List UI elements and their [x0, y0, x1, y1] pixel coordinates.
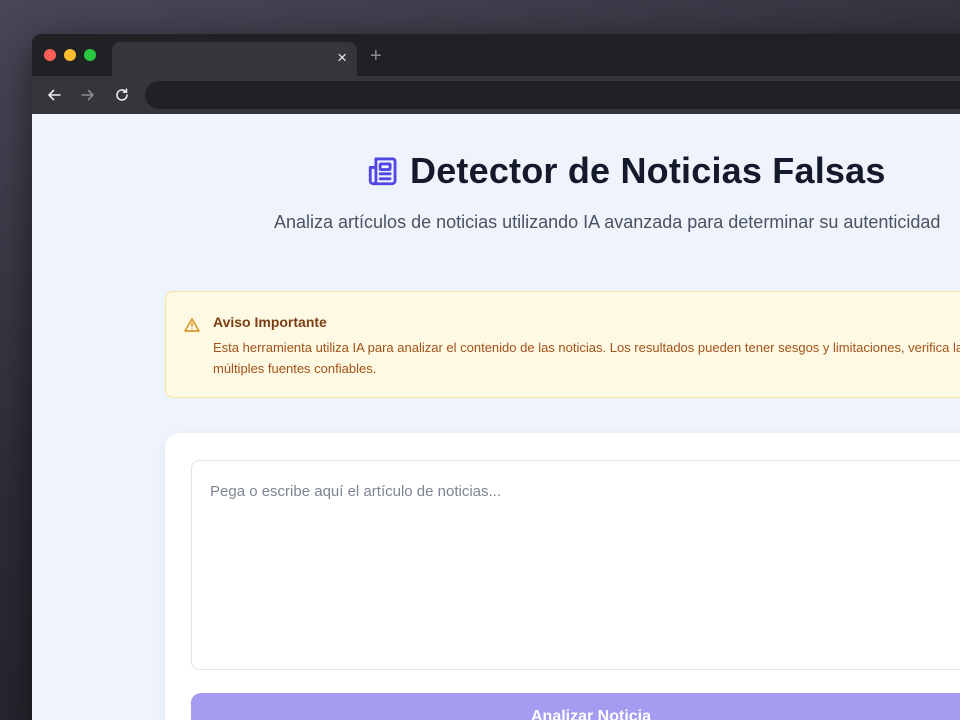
maximize-window-button[interactable] — [84, 49, 96, 61]
page-title: Detector de Noticias Falsas — [410, 150, 886, 191]
browser-toolbar — [32, 76, 960, 114]
reload-icon — [116, 88, 128, 101]
analysis-form-card: Analizar Noticia — [165, 433, 960, 720]
address-bar[interactable] — [145, 81, 960, 109]
page-header: Detector de Noticias Falsas — [366, 148, 886, 194]
forward-button[interactable] — [76, 83, 100, 107]
page-content: Detector de Noticias Falsas Analiza artí… — [32, 114, 960, 720]
arrow-right-icon — [81, 89, 94, 101]
alert-title: Aviso Importante — [213, 314, 327, 330]
alert-body: Esta herramienta utiliza IA para analiza… — [213, 340, 960, 376]
tab-close-icon[interactable]: × — [337, 49, 347, 67]
browser-tab[interactable]: × — [112, 42, 357, 76]
arrow-left-icon — [48, 89, 61, 101]
warning-alert: Aviso Importante Esta herramienta utiliz… — [165, 291, 960, 398]
analyze-button[interactable]: Analizar Noticia — [191, 693, 960, 720]
back-button[interactable] — [42, 83, 66, 107]
browser-window: × + Detector de Noticias Falsas Analiza … — [32, 34, 960, 720]
reload-button[interactable] — [110, 83, 134, 107]
close-window-button[interactable] — [44, 49, 56, 61]
newspaper-icon — [366, 153, 402, 189]
warning-icon — [184, 317, 200, 333]
article-input[interactable] — [191, 460, 960, 670]
new-tab-icon[interactable]: + — [370, 46, 382, 66]
page-subtitle: Analiza artículos de noticias utilizando… — [274, 212, 941, 232]
tab-bar: × + — [32, 34, 960, 76]
minimize-window-button[interactable] — [64, 49, 76, 61]
